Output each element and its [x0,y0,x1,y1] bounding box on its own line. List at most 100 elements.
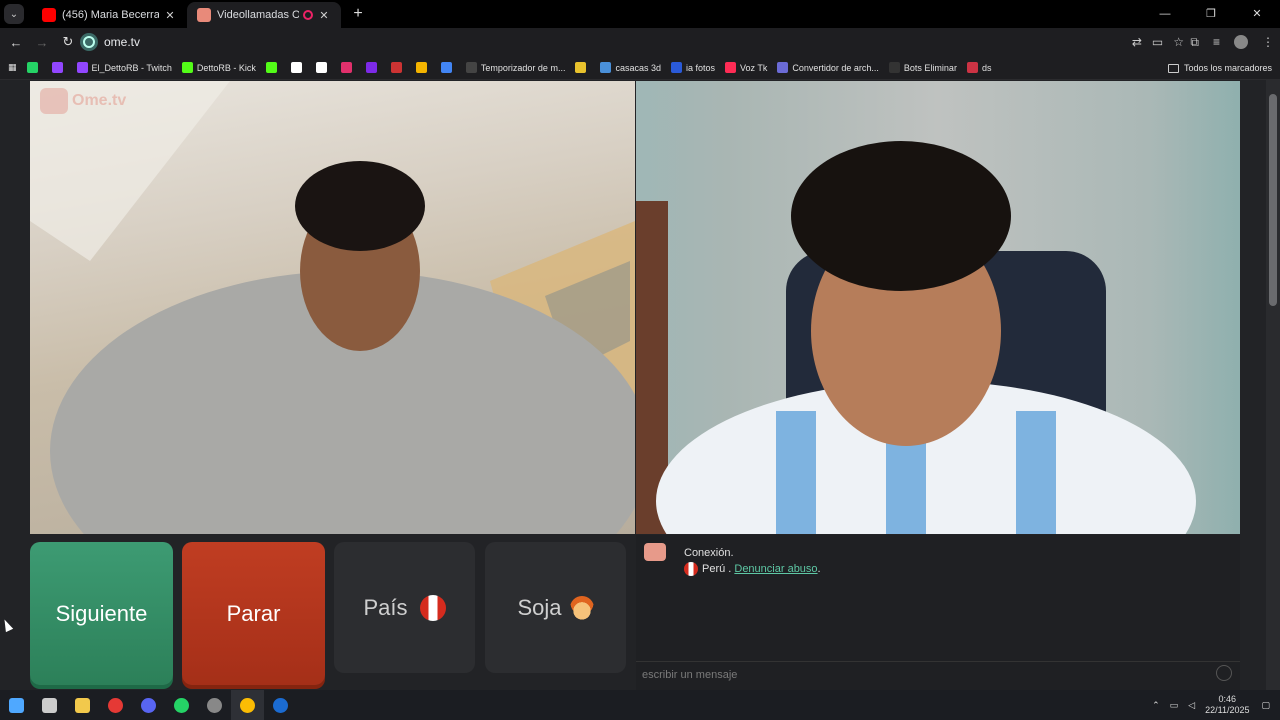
window-controls: — ❐ ✕ [1142,0,1280,28]
close-window-button[interactable]: ✕ [1234,0,1280,28]
tab-strip: ⌄ (456) Maria Becerra, TINI - HAST ✕ Vid… [0,0,1280,28]
restore-button[interactable]: ❐ [1188,0,1234,28]
bookmark-item[interactable]: Temporizador de m... [465,62,565,73]
address-bar[interactable]: ome.tv ⇄ ▭ ☆ [80,30,1190,54]
taskbar-app[interactable] [33,690,66,720]
taskbar-app[interactable] [231,690,264,720]
twitch-icon [76,62,88,73]
partner-country: Perú [702,563,726,575]
whatsapp-icon [26,62,38,73]
bookmark-item[interactable]: Bots Eliminar [888,62,957,73]
bookmark-item[interactable] [265,62,281,73]
bookmark-item[interactable]: ia fotos [670,62,716,73]
scrollbar-thumb[interactable] [1269,94,1277,306]
tiktok-voice-icon [725,62,737,73]
taskbar-app[interactable] [132,690,165,720]
bookmark-item[interactable] [390,62,406,73]
bookmark-item[interactable]: DettoRB - Kick [181,62,256,73]
all-bookmarks[interactable]: Todos los marcadores [1167,56,1272,80]
tab-ometv[interactable]: Videollamadas OmeTV — A ✕ [187,2,341,28]
recording-icon [303,10,313,20]
close-tab-icon[interactable]: ✕ [163,9,177,22]
bookmark-item[interactable] [51,62,67,73]
tab-search-button[interactable]: ⌄ [4,4,24,24]
next-button-label: Siguiente [55,600,148,626]
taskbar-app[interactable] [264,690,297,720]
bookmark-item[interactable] [315,62,331,73]
media-controls-icon[interactable]: ≡ [1213,35,1220,49]
site-info-icon[interactable] [80,33,98,51]
bookmark-label: DettoRB - Kick [196,62,256,73]
ometv-logo: Ome.tv [40,88,126,114]
toolbar-right: ⧉ ≡ ⋮ [1190,28,1274,56]
cast-icon[interactable]: ▭ [1152,35,1163,49]
bookmark-item[interactable] [365,62,381,73]
bookmark-item[interactable] [440,62,456,73]
app-icon [390,62,402,73]
bookmark-item[interactable]: Voz Tk [725,62,767,73]
minimize-button[interactable]: — [1142,0,1188,28]
taskbar-app[interactable] [99,690,132,720]
country-filter-button[interactable]: País [334,542,475,673]
reload-button[interactable]: ↻ [56,34,80,50]
star-icon[interactable]: ☆ [1173,35,1184,49]
bookmark-item[interactable]: El_DettoRB - Twitch [76,62,172,73]
task-view-icon [42,697,57,713]
url-text[interactable]: ome.tv [104,35,140,49]
network-icon[interactable]: ▭ [1170,700,1179,711]
ai-icon [670,62,682,73]
whatsapp-icon [174,697,189,713]
tab-youtube[interactable]: (456) Maria Becerra, TINI - HAST ✕ [32,2,187,28]
bookmark-label: Convertidor de arch... [792,62,879,73]
ometv-chat-icon [644,543,666,561]
bookmark-item[interactable] [340,62,356,73]
stop-button[interactable]: Parar [182,542,325,685]
convert-icon [777,62,789,73]
tab-title: Videollamadas OmeTV — A [217,9,299,21]
gender-filter-button[interactable]: Soja [485,542,626,673]
tab-title: (456) Maria Becerra, TINI - HAST [62,9,159,21]
report-abuse-link[interactable]: Denunciar abuso [734,563,817,575]
close-tab-icon[interactable]: ✕ [317,9,331,22]
forward-button[interactable]: → [30,35,54,50]
bookmark-item[interactable] [575,62,590,73]
period: . [817,563,821,575]
taskbar-app[interactable] [165,690,198,720]
bookmark-label: Voz Tk [740,62,768,73]
page-scrollbar[interactable] [1266,80,1280,690]
stop-button-label: Parar [226,600,281,626]
taskbar-app[interactable] [0,690,33,720]
bookmark-item[interactable]: casacas 3d [600,62,661,73]
partner-info: Perú . Denunciar abuso . [684,562,821,576]
bookmark-item[interactable] [26,62,42,73]
taskbar-app[interactable] [198,690,231,720]
extensions-icon[interactable]: ⧉ [1190,35,1199,50]
message-input[interactable] [642,666,1212,684]
arrow-left-icon: ← [9,34,23,50]
bookmark-item[interactable]: Convertidor de arch... [777,62,879,73]
stranger-video: Ome.tv [30,81,635,534]
emoji-icon[interactable] [1216,665,1232,681]
canva-icon [365,62,377,73]
bookmark-item[interactable] [290,62,306,73]
next-button[interactable]: Siguiente [30,542,173,685]
new-tab-button[interactable]: + [349,5,367,23]
profile-avatar[interactable] [1234,35,1248,49]
back-button[interactable]: ← [4,35,28,50]
apps-icon[interactable]: ▦ [8,62,17,73]
chevron-up-icon[interactable]: ⌃ [1152,700,1160,711]
notifications-icon[interactable]: ▢ [1261,700,1270,711]
bookmark-label: ia fotos [685,62,716,73]
bookmarks-bar: ▦ El_DettoRB - Twitch DettoRB - Kick Tempo… [0,56,1280,80]
volume-icon[interactable]: ◁ [1188,700,1195,711]
clock-date: 22/11/2025 [1205,705,1250,715]
clock[interactable]: 0:46 22/11/2025 [1205,694,1249,716]
taskbar-app[interactable] [66,690,99,720]
bookmark-item[interactable] [415,62,431,73]
bookmark-list: El_DettoRB - Twitch DettoRB - Kick Tempori… [17,62,991,73]
menu-icon[interactable]: ⋮ [1262,35,1274,49]
translate-icon[interactable]: ⇄ [1132,35,1142,49]
ometv-favicon-icon [197,8,211,22]
country-button-label: País [363,594,408,620]
bookmark-item[interactable]: ds [966,62,991,73]
